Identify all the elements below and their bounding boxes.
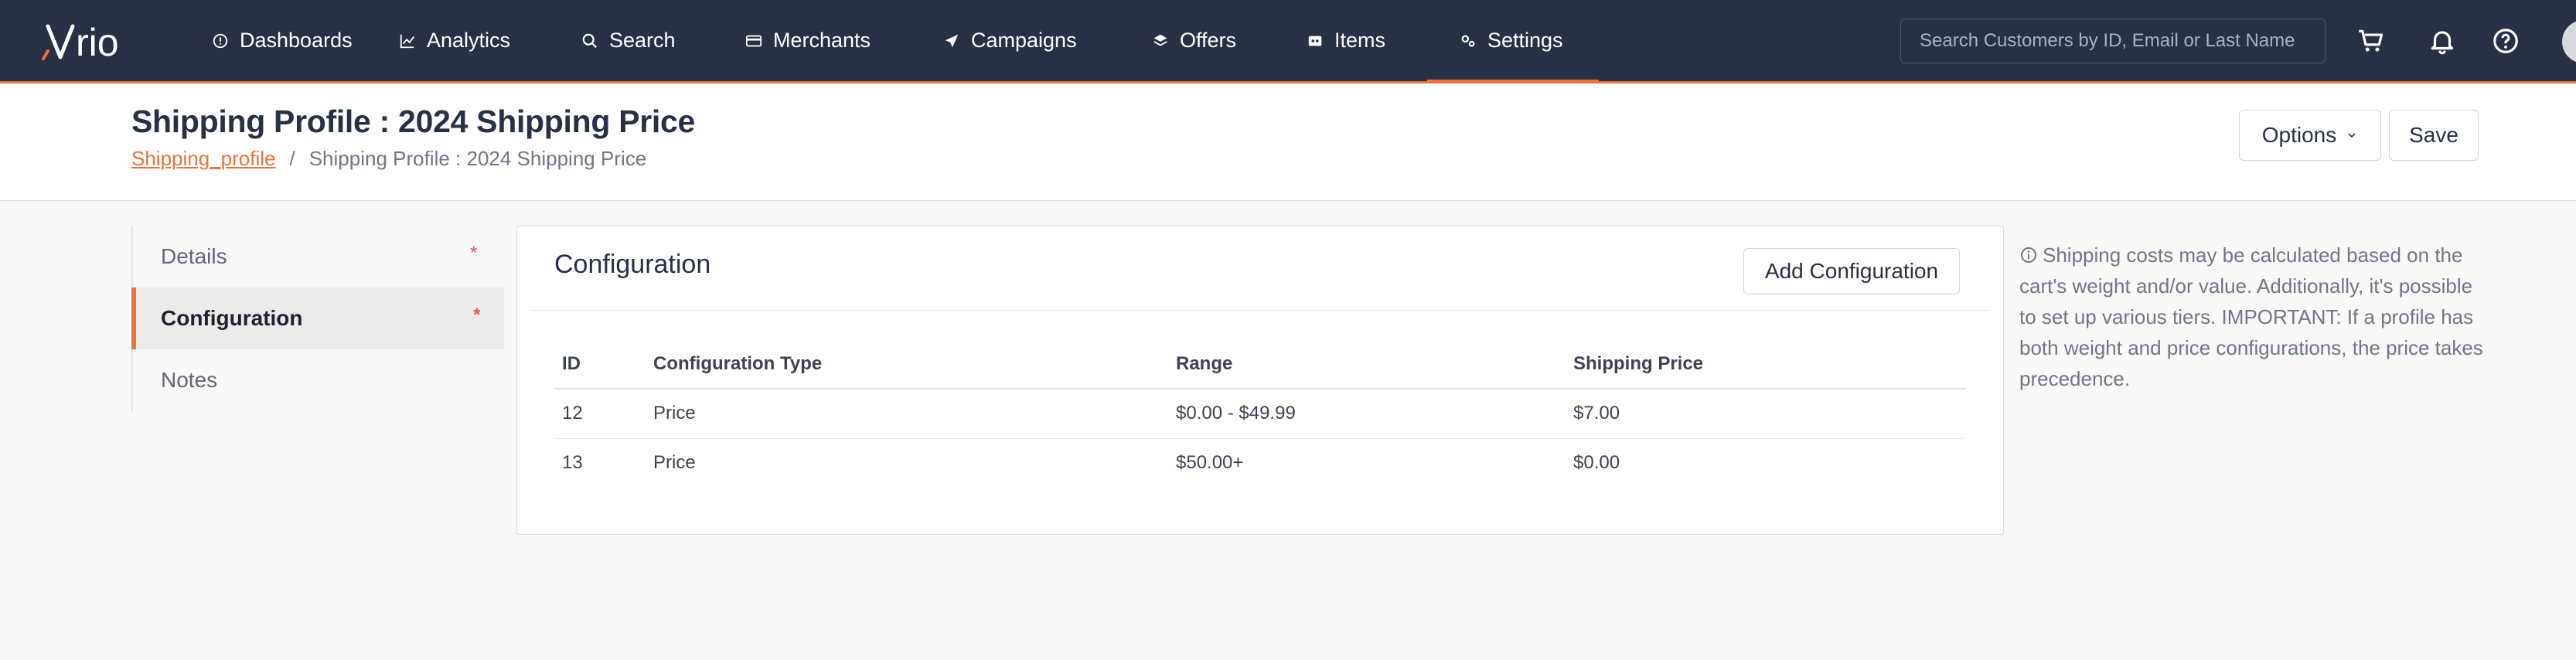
dashboard-icon (213, 33, 228, 48)
table-row[interactable]: 13 Price $50.00+ $0.00 (554, 438, 1966, 488)
send-icon (945, 34, 959, 47)
options-label: Options (2261, 123, 2337, 147)
layers-icon (1153, 34, 1167, 46)
column-header-shipping-price[interactable]: Shipping Price (1566, 339, 1966, 390)
nav-label: Analytics (427, 29, 511, 52)
cell-type: Price (653, 452, 696, 474)
configuration-card: Configuration Add Configuration ID Confi… (516, 226, 2004, 535)
nav-label: Dashboards (240, 29, 353, 52)
cell-price: $7.00 (1566, 389, 1966, 439)
tab-label: Details (161, 244, 227, 268)
nav-analytics[interactable]: Analytics (399, 0, 510, 81)
breadcrumb-link-shipping-profile[interactable]: Shipping_profile (131, 147, 275, 171)
nav-label: Offers (1180, 29, 1237, 52)
tab-label: Notes (161, 368, 218, 392)
box-icon (1308, 36, 1322, 46)
vrio-logo[interactable]: rio (40, 20, 164, 63)
required-indicator: * (470, 243, 478, 264)
save-button[interactable]: Save (2389, 110, 2479, 161)
top-navbar: rio Dashboards Analytics Search Merchant… (0, 0, 2576, 83)
help-icon[interactable] (2491, 26, 2520, 56)
tab-configuration[interactable]: Configuration * (131, 287, 504, 349)
nav-label: Settings (1487, 29, 1563, 52)
cell-id: 13 (562, 452, 583, 474)
options-dropdown-button[interactable]: Options (2239, 110, 2381, 161)
customer-search-input[interactable] (1900, 19, 2326, 63)
bell-icon[interactable] (2428, 26, 2457, 56)
search-icon (582, 33, 598, 48)
nav-label: Items (1334, 29, 1386, 52)
nav-label: Search (609, 29, 676, 52)
page-title: Shipping Profile : 2024 Shipping Price (131, 104, 696, 139)
breadcrumb: Shipping_profile / Shipping Profile : 20… (131, 147, 646, 171)
chevron-down-icon (2348, 133, 2356, 138)
chart-line-icon (400, 34, 414, 48)
tab-label: Configuration (161, 306, 303, 330)
nav-campaigns[interactable]: Campaigns (943, 0, 1077, 81)
tab-details[interactable]: Details * (133, 226, 504, 287)
nav-items[interactable]: Items (1307, 0, 1385, 81)
nav-search[interactable]: Search (581, 0, 676, 81)
cell-price: $0.00 (1573, 452, 1620, 474)
help-text: Shipping costs may be calculated based o… (2019, 243, 2483, 390)
nav-settings[interactable]: Settings (1427, 0, 1598, 83)
section-tabs: Details * Configuration * Notes (131, 226, 504, 411)
settings-icon (1461, 34, 1475, 47)
nav-label: Merchants (773, 29, 871, 52)
breadcrumb-separator: / (289, 147, 295, 170)
nav-merchants[interactable]: Merchants (745, 0, 871, 81)
divider (531, 310, 1989, 311)
cell-type: Price (646, 389, 1168, 439)
svg-text:rio: rio (76, 21, 119, 63)
table-row[interactable]: 12 Price $0.00 - $49.99 $7.00 (554, 389, 1966, 439)
nav-label: Campaigns (971, 29, 1077, 52)
breadcrumb-current: Shipping Profile : 2024 Shipping Price (308, 147, 647, 170)
info-icon (2021, 247, 2036, 263)
cell-id: 12 (554, 389, 646, 439)
nav-offers[interactable]: Offers (1152, 0, 1236, 81)
credit-card-icon (745, 35, 762, 46)
add-configuration-button[interactable]: Add Configuration (1743, 248, 1960, 294)
column-header-id[interactable]: ID (554, 339, 646, 390)
table-header-row: ID Configuration Type Range Shipping Pri… (554, 339, 1966, 390)
avatar[interactable] (2562, 20, 2576, 63)
tab-notes[interactable]: Notes (133, 349, 504, 411)
column-header-configuration-type[interactable]: Configuration Type (646, 339, 1168, 390)
cell-range: $50.00+ (1176, 452, 1244, 474)
required-indicator: * (473, 304, 481, 325)
page-header: Shipping Profile : 2024 Shipping Price S… (0, 83, 2576, 201)
cart-icon[interactable] (2356, 26, 2386, 56)
column-header-range[interactable]: Range (1168, 339, 1566, 390)
nav-dashboards[interactable]: Dashboards (212, 0, 353, 81)
card-title: Configuration (554, 250, 711, 279)
configuration-table: ID Configuration Type Range Shipping Pri… (554, 339, 1966, 488)
cell-range: $0.00 - $49.99 (1168, 389, 1566, 439)
help-note: Shipping costs may be calculated based o… (2019, 240, 2483, 394)
